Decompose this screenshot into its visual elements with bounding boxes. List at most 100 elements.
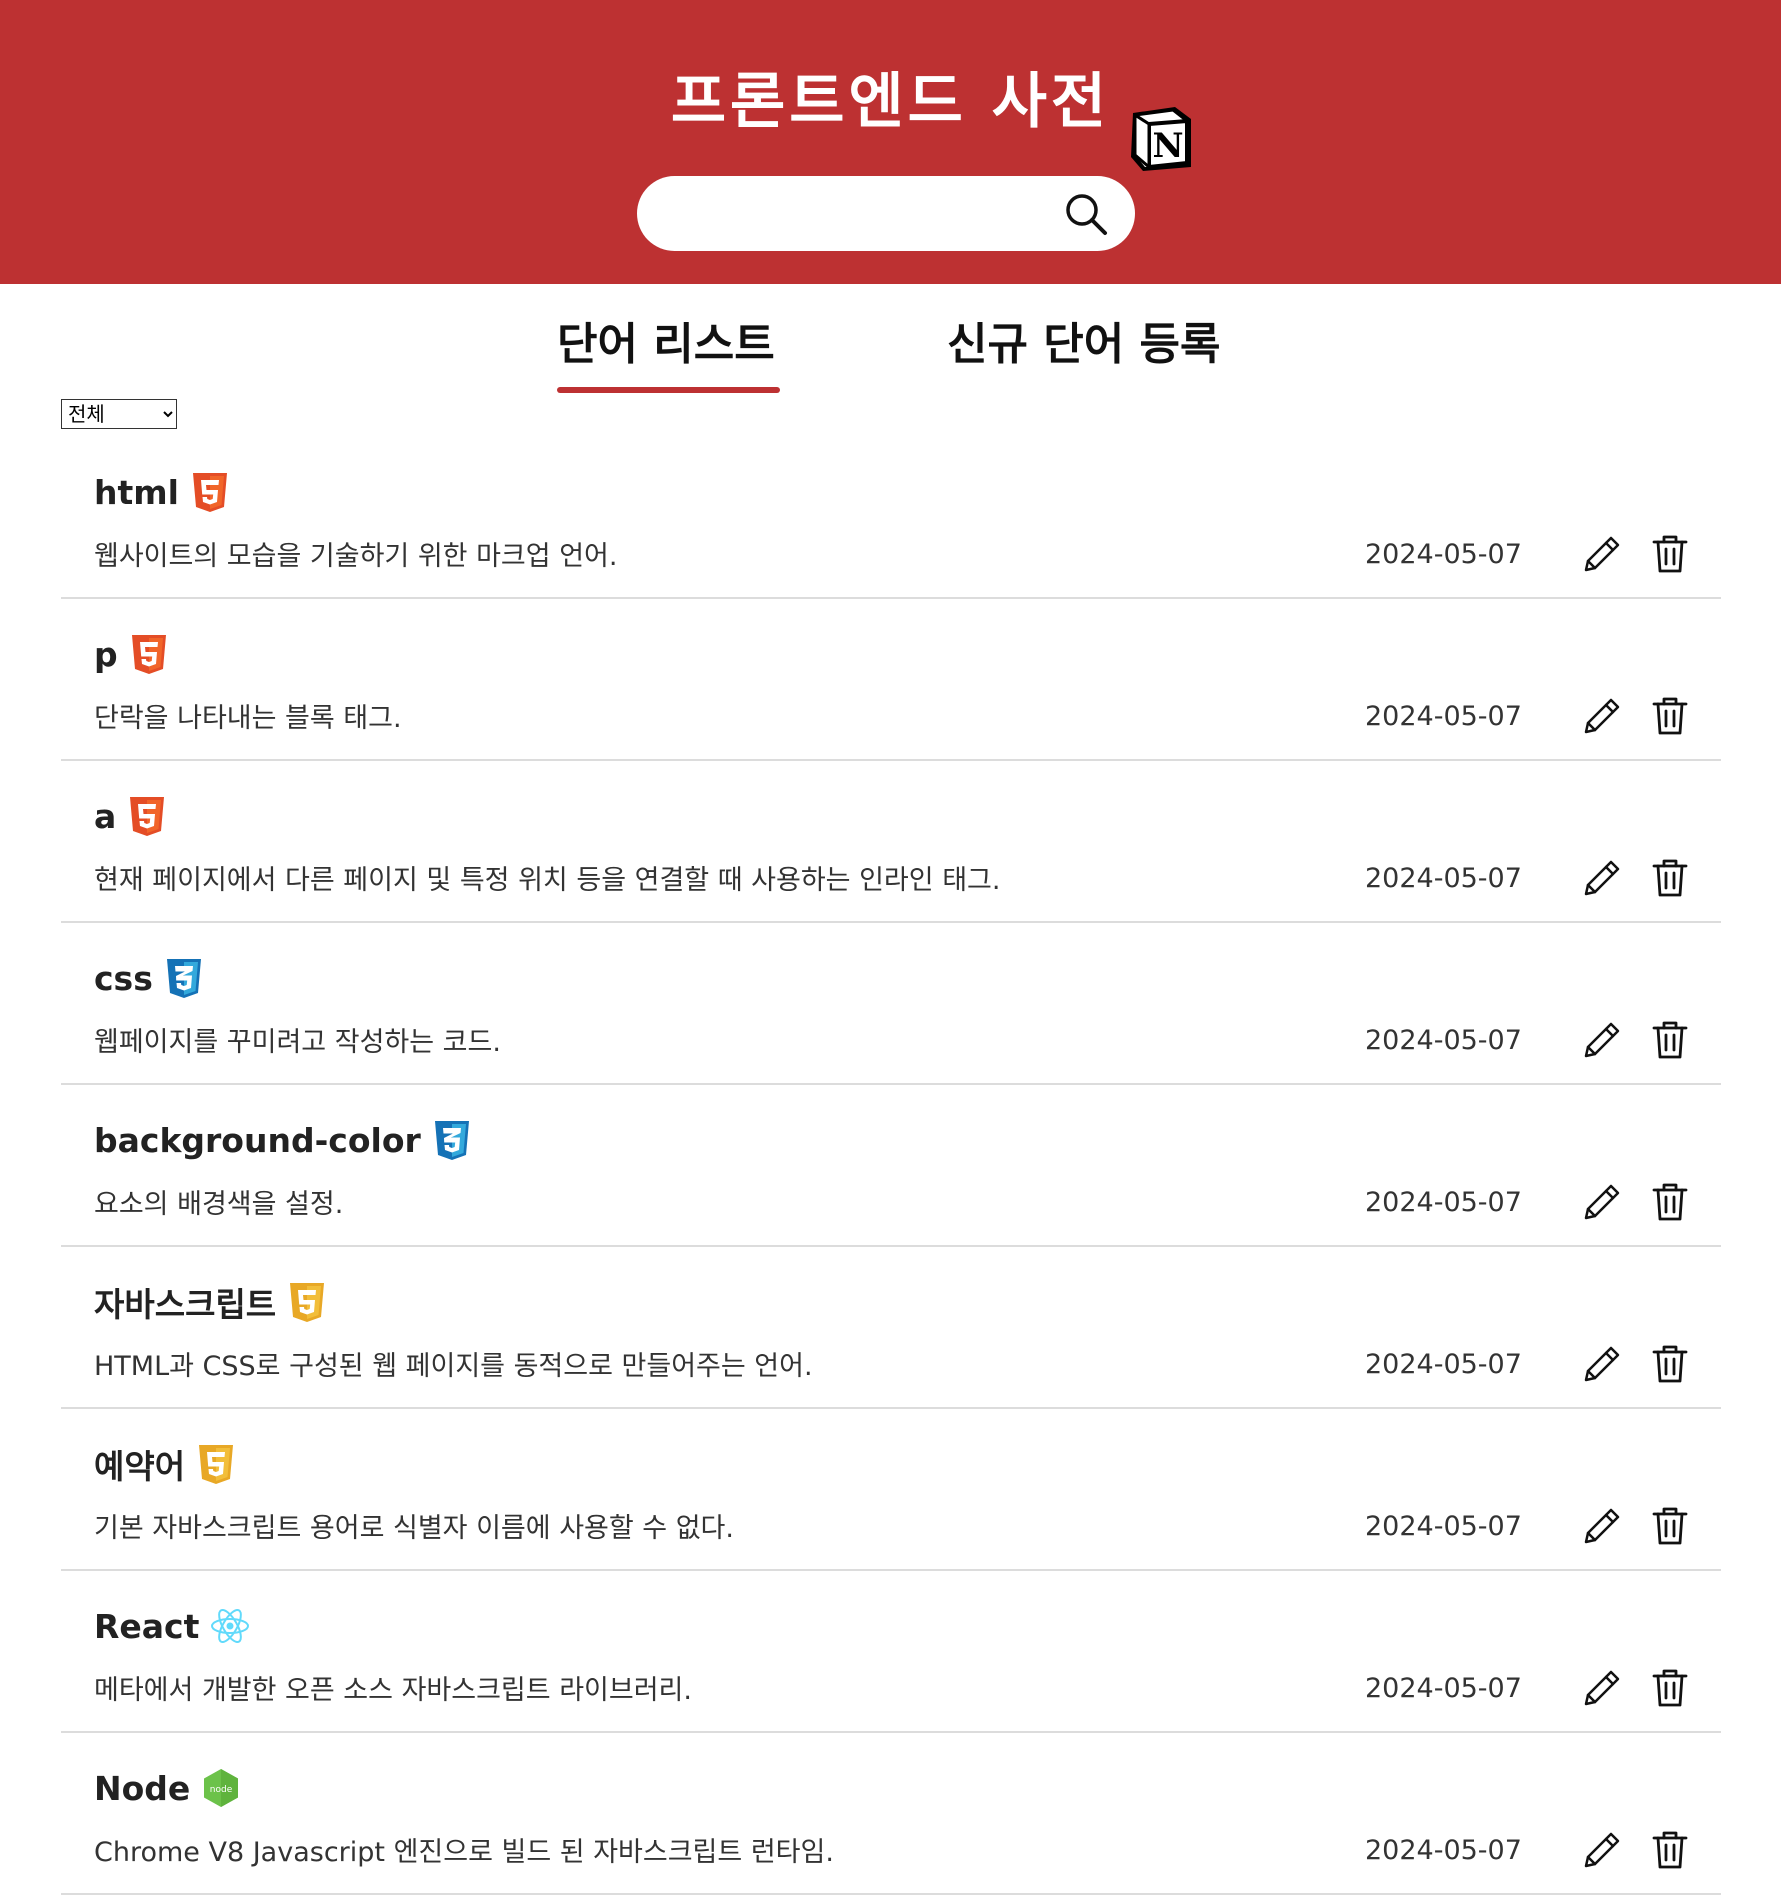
pencil-icon xyxy=(1584,1022,1620,1058)
word-name[interactable]: a xyxy=(94,797,116,836)
pencil-icon xyxy=(1584,536,1620,572)
delete-button[interactable] xyxy=(1651,1019,1689,1061)
word-description: 웹사이트의 모습을 기술하기 위한 마크업 언어. xyxy=(94,541,618,572)
word-name[interactable]: 예약어 xyxy=(94,1440,185,1488)
word-name[interactable]: React xyxy=(94,1607,199,1646)
trash-icon xyxy=(1652,535,1688,573)
word-row: css 웹페이지를 꾸미려고 작성하는 코드. 2024-05-07 xyxy=(61,923,1721,1085)
word-date: 2024-05-07 xyxy=(1365,1511,1522,1542)
word-description: 메타에서 개발한 오픈 소스 자바스크립트 라이브러리. xyxy=(94,1675,692,1706)
trash-icon xyxy=(1652,859,1688,897)
javascript-icon xyxy=(199,1445,234,1484)
tab-bar: 단어 리스트 신규 단어 등록 xyxy=(0,310,1781,400)
html5-icon xyxy=(131,635,166,674)
edit-button[interactable] xyxy=(1581,1181,1623,1223)
category-filter-select[interactable]: 전체 xyxy=(61,399,177,429)
html5-icon xyxy=(130,797,165,836)
word-list: html 웹사이트의 모습을 기술하기 위한 마크업 언어. 2024-05-07 p… xyxy=(61,437,1721,1895)
word-description: 현재 페이지에서 다른 페이지 및 특정 위치 등을 연결할 때 사용하는 인라… xyxy=(94,865,1001,896)
trash-icon xyxy=(1652,1669,1688,1707)
delete-button[interactable] xyxy=(1651,1343,1689,1385)
javascript-icon xyxy=(290,1283,325,1322)
word-row: 예약어기본 자바스크립트 용어로 식별자 이름에 사용할 수 없다. 2024-0… xyxy=(61,1409,1721,1571)
word-row: html 웹사이트의 모습을 기술하기 위한 마크업 언어. 2024-05-07 xyxy=(61,437,1721,599)
pencil-icon xyxy=(1584,1670,1620,1706)
word-date: 2024-05-07 xyxy=(1365,1025,1522,1056)
word-title: Node node xyxy=(94,1763,242,1813)
search-box xyxy=(637,176,1135,251)
notion-logo-icon[interactable]: N xyxy=(1125,101,1197,173)
pencil-icon xyxy=(1584,860,1620,896)
trash-icon xyxy=(1652,1345,1688,1383)
delete-button[interactable] xyxy=(1651,1829,1689,1871)
tab-new-word[interactable]: 신규 단어 등록 xyxy=(947,310,1221,380)
pencil-icon xyxy=(1584,1346,1620,1382)
trash-icon xyxy=(1652,1831,1688,1869)
pencil-icon xyxy=(1584,1508,1620,1544)
delete-button[interactable] xyxy=(1651,1667,1689,1709)
delete-button[interactable] xyxy=(1651,1181,1689,1223)
react-icon xyxy=(211,1609,250,1643)
word-description: 기본 자바스크립트 용어로 식별자 이름에 사용할 수 없다. xyxy=(94,1513,734,1544)
trash-icon xyxy=(1652,697,1688,735)
svg-text:N: N xyxy=(1152,126,1183,166)
edit-button[interactable] xyxy=(1581,1505,1623,1547)
word-title: a xyxy=(94,791,168,841)
word-row: Node node Chrome V8 Javascript 엔진으로 빌드 된 자… xyxy=(61,1733,1721,1895)
word-date: 2024-05-07 xyxy=(1365,863,1522,894)
word-row: a 현재 페이지에서 다른 페이지 및 특정 위치 등을 연결할 때 사용하는 인… xyxy=(61,761,1721,923)
word-description: HTML과 CSS로 구성된 웹 페이지를 동적으로 만들어주는 언어. xyxy=(94,1351,813,1382)
edit-button[interactable] xyxy=(1581,533,1623,575)
pencil-icon xyxy=(1584,698,1620,734)
word-name[interactable]: background-color xyxy=(94,1121,421,1160)
word-description: 웹페이지를 꾸미려고 작성하는 코드. xyxy=(94,1027,501,1058)
word-date: 2024-05-07 xyxy=(1365,1349,1522,1380)
tab-word-list[interactable]: 단어 리스트 xyxy=(557,310,775,380)
word-row: 자바스크립트 HTML과 CSS로 구성된 웹 페이지를 동적으로 만들어주는 언… xyxy=(61,1247,1721,1409)
word-name[interactable]: Node xyxy=(94,1769,190,1808)
trash-icon xyxy=(1652,1021,1688,1059)
css3-icon xyxy=(166,959,201,998)
delete-button[interactable] xyxy=(1651,857,1689,899)
word-row: background-color 요소의 배경색을 설정. 2024-05-07 xyxy=(61,1085,1721,1247)
word-date: 2024-05-07 xyxy=(1365,1187,1522,1218)
trash-icon xyxy=(1652,1507,1688,1545)
search-input[interactable] xyxy=(667,190,1051,238)
word-date: 2024-05-07 xyxy=(1365,1673,1522,1704)
word-name[interactable]: html xyxy=(94,473,179,512)
word-name[interactable]: 자바스크립트 xyxy=(94,1278,276,1326)
word-date: 2024-05-07 xyxy=(1365,701,1522,732)
word-name[interactable]: p xyxy=(94,635,118,674)
html5-icon xyxy=(192,473,227,512)
word-date: 2024-05-07 xyxy=(1365,1835,1522,1866)
pencil-icon xyxy=(1584,1832,1620,1868)
edit-button[interactable] xyxy=(1581,695,1623,737)
word-title: css xyxy=(94,953,205,1003)
edit-button[interactable] xyxy=(1581,857,1623,899)
word-title: html xyxy=(94,467,231,517)
word-title: p xyxy=(94,629,170,679)
nodejs-icon: node xyxy=(204,1769,239,1807)
edit-button[interactable] xyxy=(1581,1343,1623,1385)
word-name[interactable]: css xyxy=(94,959,153,998)
edit-button[interactable] xyxy=(1581,1019,1623,1061)
search-icon[interactable] xyxy=(1062,190,1110,238)
word-description: 요소의 배경색을 설정. xyxy=(94,1189,344,1220)
delete-button[interactable] xyxy=(1651,1505,1689,1547)
word-date: 2024-05-07 xyxy=(1365,539,1522,570)
svg-text:node: node xyxy=(210,1785,233,1795)
word-description: 단락을 나타내는 블록 태그. xyxy=(94,703,402,734)
header: 프론트엔드 사전 N xyxy=(0,0,1781,284)
delete-button[interactable] xyxy=(1651,533,1689,575)
active-tab-indicator xyxy=(557,387,780,393)
pencil-icon xyxy=(1584,1184,1620,1220)
delete-button[interactable] xyxy=(1651,695,1689,737)
word-title: 자바스크립트 xyxy=(94,1277,328,1327)
edit-button[interactable] xyxy=(1581,1667,1623,1709)
site-title: 프론트엔드 사전 xyxy=(670,67,1111,137)
word-row: React 메타에서 개발한 오픈 소스 자바스크립트 라이브러리. 2024-05… xyxy=(61,1571,1721,1733)
edit-button[interactable] xyxy=(1581,1829,1623,1871)
word-description: Chrome V8 Javascript 엔진으로 빌드 된 자바스크립트 런타… xyxy=(94,1837,834,1868)
word-title: background-color xyxy=(94,1115,473,1165)
word-title: 예약어 xyxy=(94,1439,237,1489)
